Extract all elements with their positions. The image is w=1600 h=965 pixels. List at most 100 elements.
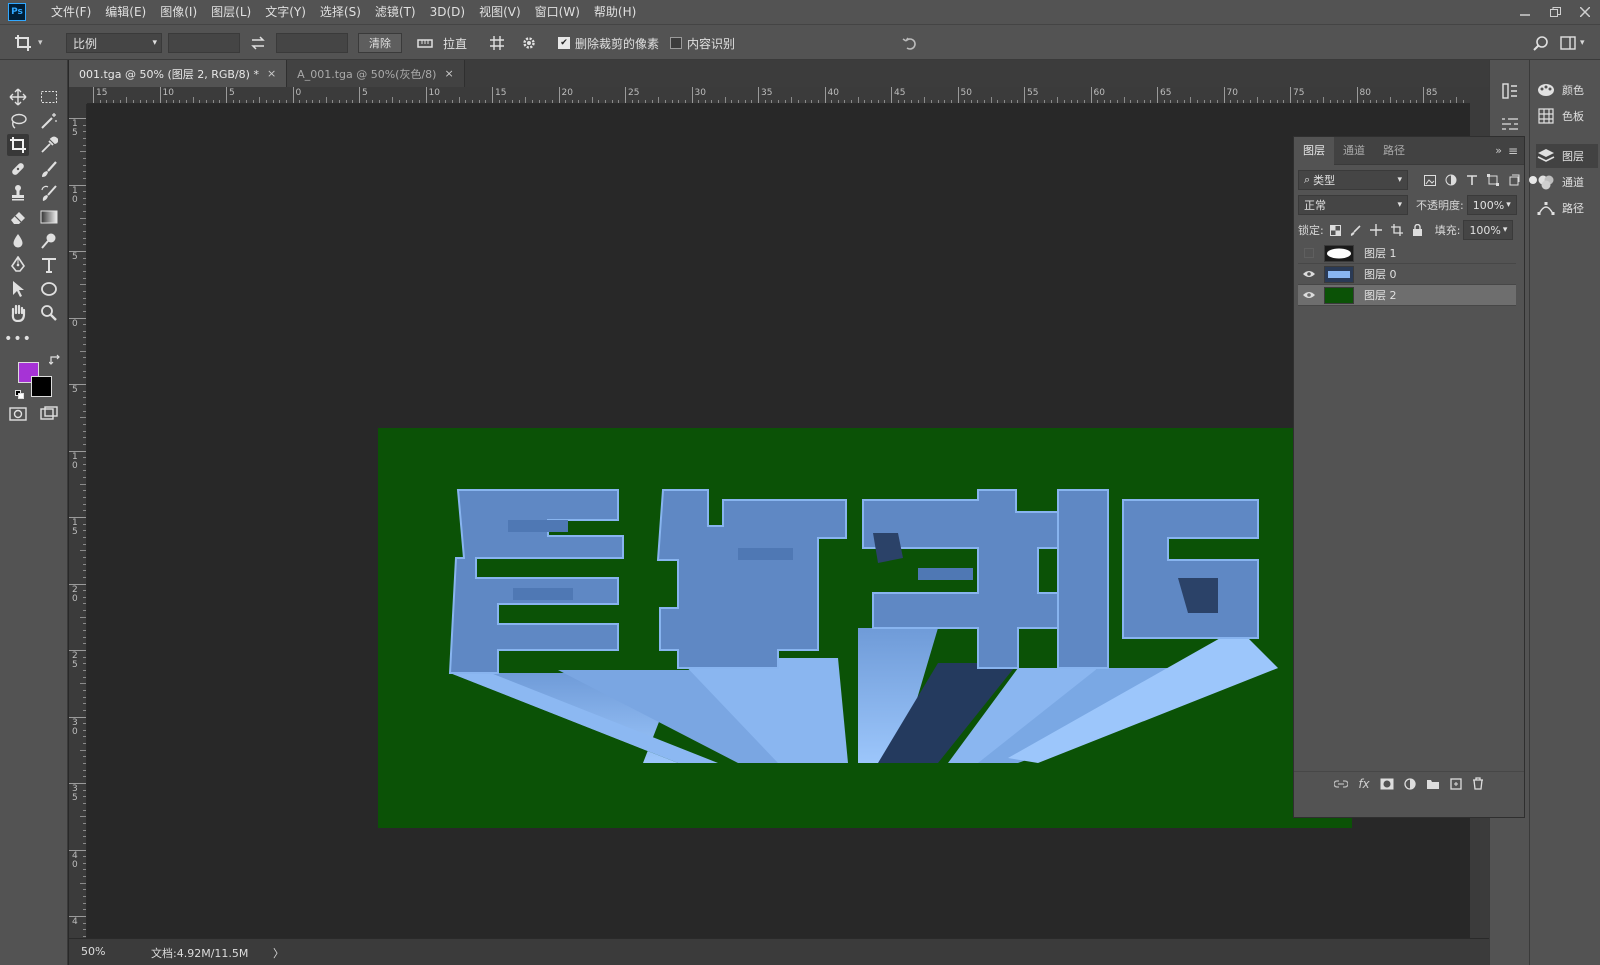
content-aware-checkbox[interactable]: 内容识别 (670, 32, 735, 54)
pen-tool[interactable] (7, 254, 29, 276)
dock-paths[interactable]: 路径 (1536, 196, 1598, 220)
magic-wand-tool[interactable] (38, 110, 60, 132)
link-layers-icon[interactable] (1334, 779, 1349, 789)
add-mask-icon[interactable] (1380, 778, 1394, 790)
menu-layer[interactable]: 图层(L) (204, 0, 258, 24)
layer-row-1[interactable]: 图层 1 (1298, 243, 1516, 264)
ruler-corner[interactable] (69, 87, 87, 104)
lock-all-icon[interactable] (1412, 224, 1423, 236)
menu-help[interactable]: 帮助(H) (587, 0, 643, 24)
quick-mask-button[interactable] (7, 403, 29, 425)
height-field[interactable] (276, 32, 348, 54)
straighten-button[interactable]: 拉直 (417, 32, 467, 54)
tab-paths[interactable]: 路径 (1374, 137, 1414, 165)
close-window-button[interactable] (1570, 0, 1600, 24)
document-canvas[interactable] (378, 428, 1352, 828)
eyedropper-tool[interactable] (38, 134, 60, 156)
menu-3d[interactable]: 3D(D) (423, 0, 472, 24)
filter-kind-select[interactable]: ⌕ 类型 ▾ (1298, 170, 1408, 190)
fill-field[interactable]: 100% ▾ (1463, 220, 1514, 240)
menu-file[interactable]: 文件(F) (44, 0, 98, 24)
marquee-tool[interactable] (38, 86, 60, 108)
edit-toolbar-button[interactable]: ••• (4, 328, 31, 350)
menu-window[interactable]: 窗口(W) (528, 0, 587, 24)
tab-channels[interactable]: 通道 (1334, 137, 1374, 165)
brush-tool[interactable] (38, 158, 60, 180)
ellipse-tool[interactable] (38, 278, 60, 300)
overlay-options-button[interactable] (489, 32, 505, 54)
zoom-level[interactable]: 50% (81, 945, 105, 958)
ratio-select[interactable]: 比例 ▾ (66, 32, 162, 54)
dock-swatches[interactable]: 色板 (1536, 104, 1598, 128)
dock-channels[interactable]: 通道 (1536, 170, 1598, 194)
canvas-area[interactable] (87, 104, 1470, 938)
menu-type[interactable]: 文字(Y) (258, 0, 313, 24)
eraser-tool[interactable] (7, 206, 29, 228)
blur-tool[interactable] (7, 230, 29, 252)
folder-icon[interactable] (1426, 778, 1440, 790)
lock-position-icon[interactable] (1369, 224, 1382, 236)
lock-transparent-icon[interactable] (1329, 224, 1341, 236)
lock-artboard-icon[interactable] (1390, 224, 1403, 236)
history-panel-button[interactable] (1501, 82, 1519, 103)
clear-button[interactable]: 清除 (358, 32, 402, 54)
menu-filter[interactable]: 滤镜(T) (368, 0, 423, 24)
history-brush-tool[interactable] (38, 182, 60, 204)
opacity-field[interactable]: 100% ▾ (1466, 195, 1517, 215)
layer-row-0[interactable]: 图层 0 (1298, 264, 1516, 285)
swap-dimensions-button[interactable] (248, 32, 268, 54)
layer-row-2[interactable]: 图层 2 (1298, 285, 1516, 306)
filter-smart-object-icon[interactable] (1508, 174, 1520, 186)
new-layer-icon[interactable] (1450, 777, 1462, 790)
background-color-swatch[interactable] (31, 376, 52, 397)
layer-visibility-toggle[interactable] (1298, 264, 1320, 285)
menu-edit[interactable]: 编辑(E) (98, 0, 153, 24)
delete-cropped-checkbox[interactable]: ✔ 删除裁剪的像素 (558, 32, 659, 54)
crop-settings-button[interactable] (521, 32, 537, 54)
menu-image[interactable]: 图像(I) (153, 0, 204, 24)
dock-color[interactable]: 颜色 (1536, 78, 1598, 102)
close-tab-icon[interactable]: × (267, 67, 276, 80)
dock-layers[interactable]: 图层 (1536, 144, 1598, 168)
gradient-tool[interactable] (38, 206, 60, 228)
default-colors-button[interactable] (15, 388, 24, 399)
close-tab-icon[interactable]: × (444, 67, 453, 80)
vertical-ruler[interactable]: 1 5 1 0 5 0 5 1 0 1 5 2 0 2 5 3 0 3 5 4 0 4 (69, 104, 87, 938)
screen-mode-button[interactable] (38, 403, 60, 425)
width-field[interactable] (168, 32, 240, 54)
tab-001-tga[interactable]: 001.tga @ 50% (图层 2, RGB/8) * × (69, 60, 288, 87)
lock-pixels-icon[interactable] (1350, 224, 1361, 236)
horizontal-ruler[interactable]: 15 10 5 0 5 10 15 20 25 30 35 40 45 50 55 60 65 70 75 80 85 (87, 87, 1470, 104)
clone-stamp-tool[interactable] (7, 182, 29, 204)
crop-tool-preset[interactable]: ▾ (14, 32, 43, 54)
adjustment-layer-icon[interactable] (1404, 777, 1416, 790)
properties-panel-button[interactable] (1501, 116, 1519, 133)
workspace-button[interactable]: ▾ (1560, 32, 1585, 54)
path-selection-tool[interactable] (7, 278, 29, 300)
healing-brush-tool[interactable] (7, 158, 29, 180)
type-tool[interactable] (38, 254, 60, 276)
lasso-tool[interactable] (7, 110, 29, 132)
minimize-button[interactable] (1510, 0, 1540, 24)
fx-icon[interactable]: fx (1358, 777, 1369, 791)
menu-view[interactable]: 视图(V) (472, 0, 528, 24)
dodge-tool[interactable] (38, 230, 60, 252)
collapse-panel-icon[interactable]: » (1495, 144, 1502, 157)
tab-layers[interactable]: 图层 (1294, 136, 1334, 165)
filter-shape-icon[interactable] (1487, 174, 1499, 186)
layer-visibility-toggle[interactable] (1298, 285, 1320, 306)
search-button[interactable] (1533, 32, 1549, 54)
hand-tool[interactable] (7, 302, 29, 324)
reset-crop-button[interactable] (902, 32, 918, 54)
restore-button[interactable] (1540, 0, 1570, 24)
blend-mode-select[interactable]: 正常 ▾ (1298, 195, 1408, 215)
panel-menu-icon[interactable]: ≡ (1508, 144, 1518, 158)
filter-adjustment-icon[interactable] (1445, 174, 1457, 186)
crop-tool[interactable] (7, 134, 29, 156)
trash-icon[interactable] (1472, 777, 1484, 790)
tab-a-001-tga[interactable]: A_001.tga @ 50%(灰色/8) × (287, 60, 465, 87)
swap-colors-button[interactable] (48, 353, 62, 367)
filter-type-icon[interactable] (1466, 174, 1478, 186)
menu-select[interactable]: 选择(S) (313, 0, 368, 24)
move-tool[interactable] (7, 86, 29, 108)
